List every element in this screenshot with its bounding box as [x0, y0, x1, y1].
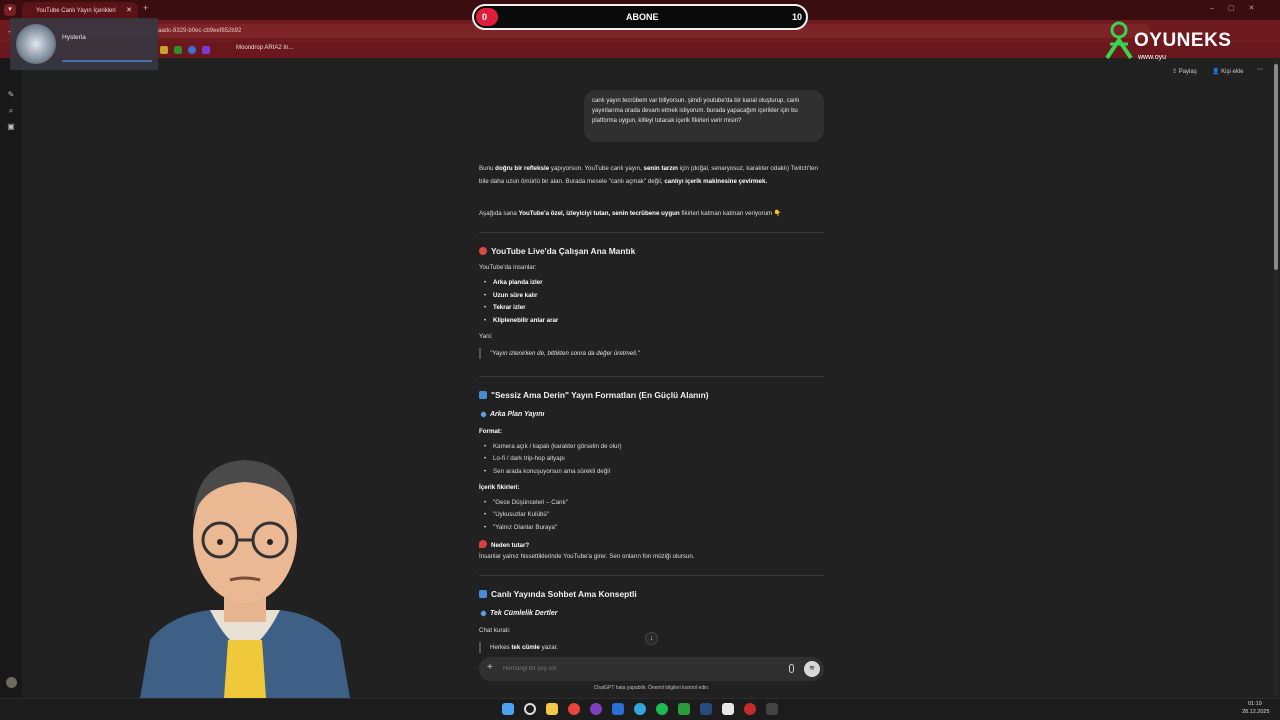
recorder-icon[interactable] — [744, 703, 756, 715]
taskbar-date[interactable]: 28.12.2025 — [1242, 709, 1270, 715]
diamond-icon — [479, 609, 488, 618]
divider — [479, 232, 824, 233]
section1-heading: YouTube Live'da Çalışan Ana Mantık — [479, 246, 635, 256]
share-button[interactable]: ⇪ Paylaş — [1172, 68, 1197, 75]
task-view-icon[interactable] — [546, 703, 558, 715]
section1-lead: YouTube'da insanlar: — [479, 264, 537, 271]
add-attachment-icon[interactable]: + — [487, 662, 493, 673]
bookmarks-bar: Moondrop ARIA2 In... — [0, 42, 1280, 58]
xbox-icon[interactable] — [678, 703, 690, 715]
music-progress — [62, 60, 152, 62]
list-item: Kliplenebilir anlar arar — [484, 317, 558, 324]
list-item: "Gece Düşünceleri – Canlı" — [484, 499, 568, 506]
start-icon[interactable] — [502, 703, 514, 715]
user-message-text: canlı yayın tecrübem var biliyorsun. şim… — [592, 98, 800, 124]
list-item: Tekrar izler — [484, 304, 526, 311]
notes-icon[interactable] — [722, 703, 734, 715]
intro-paragraph: Bunu doğru bir refleksle yapıyorsun. You… — [479, 165, 818, 185]
logo-url: www.oyu — [1138, 54, 1167, 61]
logo-text: OYUNEKS — [1134, 30, 1232, 51]
format-label: Format: — [479, 428, 503, 435]
intro-paragraph-2: Aşağıda sana YouTube'a özel, izleyiciyi … — [479, 210, 782, 217]
section1-yani: Yani: — [479, 333, 493, 340]
list-item: Lo-fi / dark trip-hop altyapı — [484, 455, 565, 462]
user-message-bubble: canlı yayın tecrübem var biliyorsun. şim… — [584, 90, 824, 142]
subscriber-goal: 10 — [792, 12, 803, 22]
list-item: Kamera açık / kapalı (karakter görselin … — [484, 443, 622, 450]
album-art — [16, 24, 56, 64]
window-controls[interactable]: –▢✕ — [1210, 4, 1268, 12]
chat-sidebar: ✎ ⌕ ▣ — [0, 58, 22, 698]
app-icon[interactable] — [612, 703, 624, 715]
why-label: Neden tutar? — [479, 540, 529, 549]
microphone-icon[interactable] — [789, 664, 794, 673]
ideas-label: İçerik fikirleri: — [479, 484, 520, 491]
why-text: İnsanlar yalnız hissettiklerinde YouTube… — [479, 553, 695, 560]
list-item: "Yalnız Olanlar Buraya" — [484, 524, 557, 531]
music-widget: Hysteria — [10, 18, 158, 70]
number-one-icon — [479, 391, 487, 399]
subscriber-goal-bar: 0 ABONE 10 — [472, 4, 808, 30]
avatar[interactable] — [6, 677, 17, 688]
tab-menu-icon[interactable]: ▾ — [4, 4, 16, 16]
composer: + ≋ — [479, 657, 824, 681]
target-icon — [479, 247, 487, 255]
section1-quote: "Yayın izlenirken de, bittikten sonra da… — [479, 348, 640, 359]
subscriber-current: 0 — [482, 12, 488, 22]
spotify-icon[interactable] — [656, 703, 668, 715]
bookmark-icons[interactable] — [160, 46, 230, 54]
section3-quote: Herkes tek cümle yazar. — [479, 642, 558, 653]
number-two-icon — [479, 590, 487, 598]
telegram-icon[interactable] — [634, 703, 646, 715]
mascot-icon — [1105, 21, 1133, 60]
list-item: Arka planda izler — [484, 279, 543, 286]
streamer-avatar — [140, 460, 350, 698]
divider — [479, 376, 824, 377]
section2-heading: "Sessiz Ama Derin" Yayın Formatları (En … — [479, 390, 709, 400]
section2-subheading: Arka Plan Yayını — [479, 410, 544, 419]
diamond-icon — [479, 410, 488, 419]
section3-subheading: Tek Cümlelik Dertler — [479, 609, 557, 618]
divider — [479, 575, 824, 576]
add-person-button[interactable]: 👤 Kişi ekle — [1212, 68, 1243, 75]
tab-title: YouTube Canlı Yayın İçerikleri — [36, 8, 116, 14]
list-item: Sen arada konuşuyorsun ama sürekli değil — [484, 468, 610, 475]
subscriber-label: ABONE — [626, 12, 659, 22]
new-chat-icon[interactable]: ✎ — [6, 90, 16, 100]
scroll-down-button[interactable]: ↓ — [645, 632, 658, 645]
taskbar: 01:19 28.12.2025 — [0, 698, 1280, 720]
new-tab-icon[interactable]: + — [143, 3, 148, 13]
disclaimer-text: ChatGPT hata yapabilir. Önemli bilgileri… — [593, 685, 710, 691]
voice-mode-button[interactable]: ≋ — [804, 661, 820, 677]
list-item: "Uykusuzlar Kulübü" — [484, 511, 549, 518]
music-title: Hysteria — [62, 34, 86, 41]
bookmark-moondrop[interactable]: Moondrop ARIA2 In... — [236, 45, 293, 51]
library-icon[interactable]: ▣ — [6, 122, 16, 132]
chat-rule-label: Chat kuralı: — [479, 627, 511, 634]
prompt-input[interactable] — [503, 662, 763, 676]
steam-icon[interactable] — [700, 703, 712, 715]
list-item: Uzun süre kalır — [484, 292, 537, 299]
search-icon[interactable]: ⌕ — [6, 106, 16, 116]
obs-icon[interactable] — [766, 703, 778, 715]
url-text: aadc-8329-b0ec-cb9eef852b92 — [158, 28, 242, 34]
pin-icon — [479, 540, 487, 548]
more-options-icon[interactable]: ⋯ — [1257, 66, 1263, 73]
channel-logo: OYUNEKS www.oyu — [1100, 18, 1250, 68]
opera-icon[interactable] — [590, 703, 602, 715]
search-icon[interactable] — [524, 703, 536, 715]
taskbar-time[interactable]: 01:19 — [1248, 701, 1262, 707]
section3-heading: Canlı Yayında Sohbet Ama Konseptli — [479, 589, 637, 599]
chrome-icon[interactable] — [568, 703, 580, 715]
scrollbar[interactable] — [1274, 60, 1278, 696]
